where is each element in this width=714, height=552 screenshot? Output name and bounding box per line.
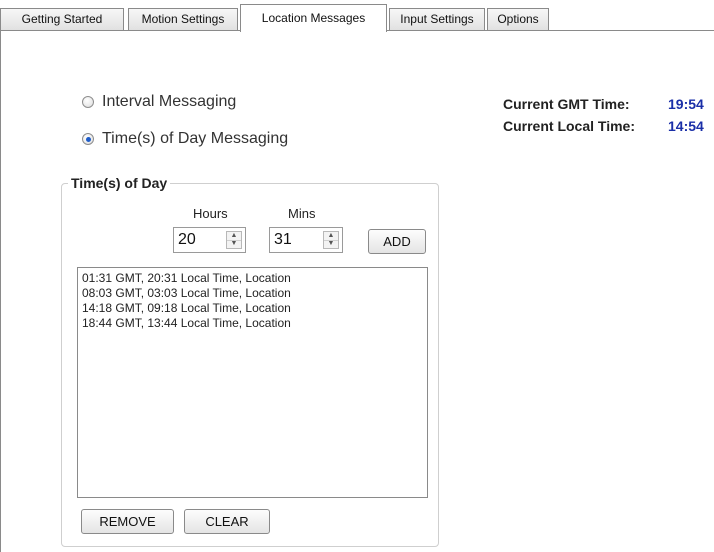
mins-spin-buttons[interactable]: ▲ ▼ — [323, 231, 339, 249]
tab-getting-started[interactable]: Getting Started — [0, 8, 124, 30]
mins-label: Mins — [288, 206, 316, 221]
list-item[interactable]: 08:03 GMT, 03:03 Local Time, Location — [82, 286, 423, 301]
gmt-time-value: 19:54 — [668, 96, 704, 112]
gmt-time-label: Current GMT Time: — [503, 96, 630, 112]
radio-label-time-of-day: Time(s) of Day Messaging — [102, 130, 289, 147]
tab-motion-settings[interactable]: Motion Settings — [128, 8, 238, 30]
hours-value[interactable]: 20 — [178, 231, 196, 249]
local-time-value: 14:54 — [668, 118, 704, 134]
add-button[interactable]: ADD — [368, 229, 426, 254]
tab-strip: Getting Started Motion Settings Location… — [0, 0, 714, 36]
spin-down-icon[interactable]: ▼ — [324, 240, 338, 248]
times-list[interactable]: 01:31 GMT, 20:31 Local Time, Location 08… — [77, 267, 428, 498]
list-item[interactable]: 01:31 GMT, 20:31 Local Time, Location — [82, 271, 423, 286]
hours-label: Hours — [193, 206, 228, 221]
radio-time-of-day-messaging[interactable]: Time(s) of Day Messaging — [82, 129, 288, 149]
radio-interval-messaging[interactable]: Interval Messaging — [82, 92, 236, 112]
tab-location-messages[interactable]: Location Messages — [240, 4, 387, 32]
times-of-day-title: Time(s) of Day — [68, 175, 171, 191]
radio-selected-icon[interactable] — [82, 133, 94, 145]
clear-button[interactable]: CLEAR — [184, 509, 270, 534]
radio-label-interval: Interval Messaging — [102, 93, 237, 110]
spin-down-icon[interactable]: ▼ — [227, 240, 241, 248]
mins-spinner[interactable]: 31 ▲ ▼ — [269, 227, 343, 253]
list-item[interactable]: 14:18 GMT, 09:18 Local Time, Location — [82, 301, 423, 316]
panel-border — [0, 31, 1, 552]
hours-spin-buttons[interactable]: ▲ ▼ — [226, 231, 242, 249]
tab-input-settings[interactable]: Input Settings — [389, 8, 485, 30]
radio-icon[interactable] — [82, 96, 94, 108]
location-messages-window: Getting Started Motion Settings Location… — [0, 0, 714, 552]
tab-options[interactable]: Options — [487, 8, 549, 30]
mins-value[interactable]: 31 — [274, 231, 292, 249]
list-item[interactable]: 18:44 GMT, 13:44 Local Time, Location — [82, 316, 423, 331]
local-time-label: Current Local Time: — [503, 118, 635, 134]
remove-button[interactable]: REMOVE — [81, 509, 174, 534]
hours-spinner[interactable]: 20 ▲ ▼ — [173, 227, 246, 253]
